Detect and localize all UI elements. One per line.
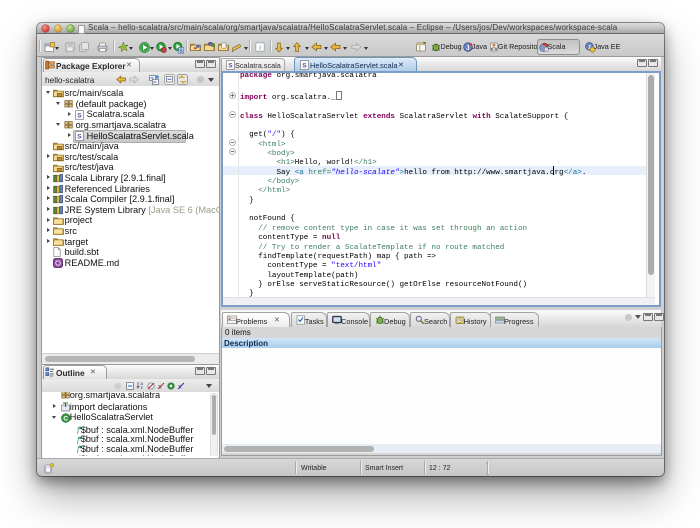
- svg-text:S: S: [77, 112, 82, 119]
- svg-text:i: i: [259, 44, 261, 51]
- svg-text:C: C: [63, 415, 68, 422]
- svg-text:S: S: [228, 63, 233, 70]
- svg-text:S: S: [77, 133, 82, 140]
- svg-text:z: z: [140, 385, 143, 390]
- svg-text:S: S: [179, 48, 183, 54]
- svg-text:S: S: [302, 62, 307, 69]
